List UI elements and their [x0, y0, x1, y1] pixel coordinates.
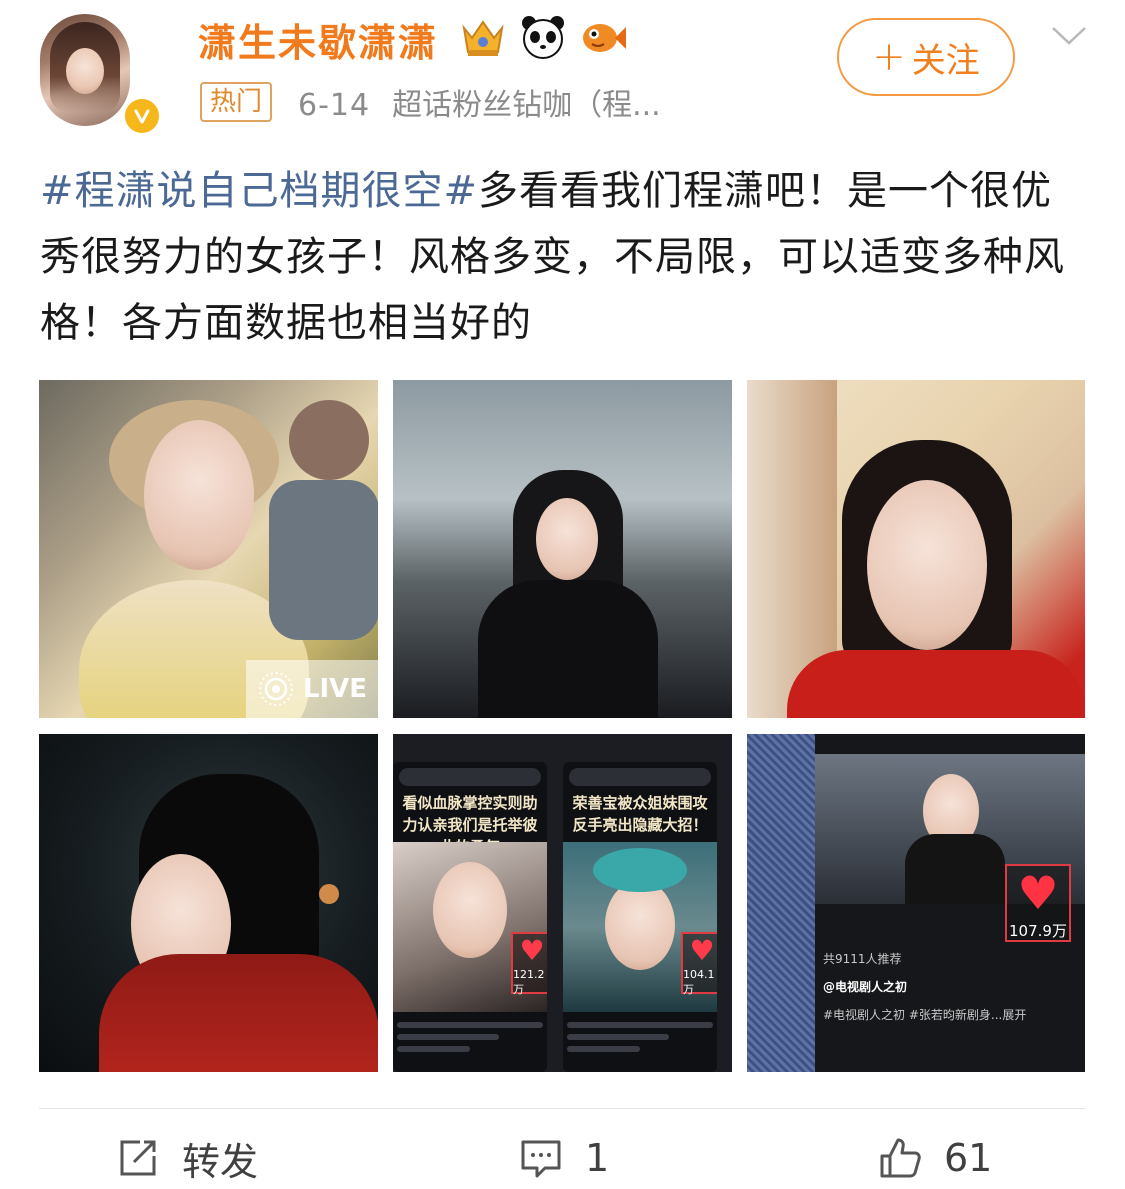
live-photo-badge: LIVE [246, 660, 378, 718]
like-count: 61 [944, 1136, 993, 1180]
panda-emblem-icon [518, 14, 568, 60]
post-date: 6-14 [298, 88, 371, 123]
user-emblems [458, 14, 628, 60]
phone-screenshot-right: 荣善宝被众姐妹围攻反手亮出隐藏大招！ ♥ 104.1万 [563, 762, 717, 1072]
caption-recommend: 共9111人推荐 [823, 952, 902, 966]
like-button[interactable]: 61 [878, 1128, 992, 1188]
comment-button[interactable]: 1 [519, 1128, 609, 1188]
chevron-down-icon[interactable] [1050, 24, 1088, 48]
thumbs-up-icon [880, 1138, 921, 1178]
image-4[interactable] [39, 734, 378, 1072]
image-5[interactable]: 看似血脉掌控实则助力认亲我们是托举彼此的勇气 ♥121.2万 荣善宝被众姐妹围攻… [393, 734, 732, 1072]
follow-button[interactable]: + 关注 [837, 18, 1015, 96]
repost-label: 转发 [182, 1139, 259, 1184]
like-count-right: ♥ 104.1万 [681, 932, 717, 996]
hot-tag: 热门 [200, 82, 273, 122]
caption-tags: #电视剧人之初 #张若昀新剧身...展开 [823, 1008, 1027, 1022]
verified-badge-icon [122, 96, 162, 136]
live-icon [258, 672, 293, 706]
image-3[interactable] [747, 380, 1085, 718]
post-source[interactable]: 超话粉丝钻咖（程... [392, 88, 661, 123]
like-count-p6: ♥ 107.9万 [1005, 864, 1071, 942]
repost-icon [120, 1140, 156, 1176]
username[interactable]: 潇生未歇潇潇 [198, 12, 438, 67]
hashtag-link[interactable]: #程潇说自己档期很空# [40, 168, 478, 214]
comment-icon [521, 1140, 561, 1178]
caption-account: @电视剧人之初 [823, 980, 908, 994]
phone-screenshot-left: 看似血脉掌控实则助力认亲我们是托举彼此的勇气 ♥121.2万 [393, 762, 547, 1072]
repost-button[interactable]: 转发 [116, 1128, 258, 1188]
image-2[interactable] [393, 380, 732, 718]
fish-emblem-icon [578, 14, 628, 60]
post-meta: 6-14 超话粉丝钻咖（程... [298, 80, 661, 124]
avatar-image [40, 14, 130, 126]
image-6[interactable]: ♥ 107.9万 共9111人推荐 @电视剧人之初 #电视剧人之初 #张若昀新剧身… [747, 734, 1085, 1072]
comment-count: 1 [585, 1136, 610, 1180]
crown-emblem-icon [458, 14, 508, 60]
post-text: #程潇说自己档期很空#多看看我们程潇吧！是一个很优秀很努力的女孩子！风格多变，不… [40, 158, 1088, 356]
user-avatar[interactable] [40, 14, 162, 136]
video-title-right: 荣善宝被众姐妹围攻反手亮出隐藏大招！ [572, 794, 708, 834]
divider [39, 1108, 1086, 1109]
follow-label: 关注 [911, 40, 980, 81]
plus-icon: + [872, 34, 906, 80]
live-label: LIVE [302, 674, 368, 704]
like-count-left: ♥ 121.2万 [511, 932, 547, 996]
